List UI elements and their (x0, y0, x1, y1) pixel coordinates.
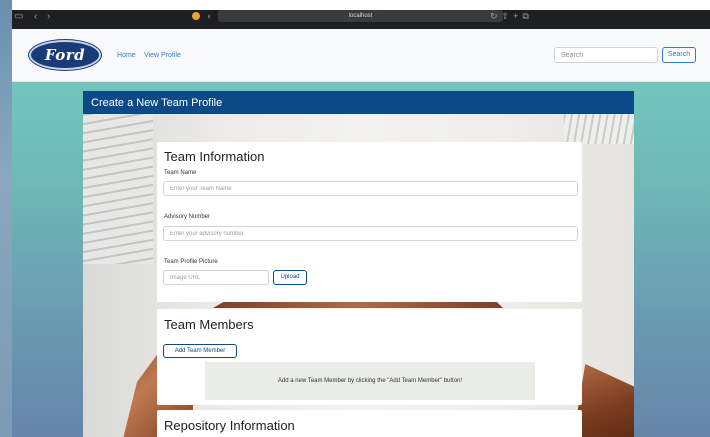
building-image-left (83, 114, 153, 264)
browser-toolbar: ▭ ‹ › ◐ localhost ↻⇧+⧉ (12, 10, 710, 29)
sidebar-icon[interactable]: ▭ (14, 12, 23, 22)
desktop-background (0, 0, 12, 437)
tabs-overview-icon[interactable]: ⧉ (522, 11, 532, 21)
copper-building-right (573, 364, 634, 437)
upload-button[interactable]: Upload (273, 270, 307, 285)
browser-actions: ↻⇧+⧉ (490, 11, 533, 21)
team-information-heading: Team Information (164, 149, 265, 164)
team-name-input[interactable] (163, 181, 578, 196)
shield-icon: ◐ (207, 11, 213, 21)
app-navbar: Ford Home View Profile Search (12, 29, 710, 82)
search-input[interactable] (554, 47, 658, 63)
team-members-heading: Team Members (164, 317, 254, 332)
browser-window: ▭ ‹ › ◐ localhost ↻⇧+⧉ Ford Home View Pr… (12, 10, 710, 437)
ford-logo[interactable]: Ford (29, 40, 101, 70)
add-team-member-button[interactable]: Add Team Member (163, 344, 237, 358)
image-url-input[interactable] (163, 270, 269, 285)
back-icon[interactable]: ‹ (34, 12, 37, 22)
forward-icon[interactable]: › (47, 12, 50, 22)
page-title: Create a New Team Profile (91, 97, 223, 109)
nav-link-view-profile[interactable]: View Profile (144, 51, 181, 60)
site-favicon-icon (192, 12, 200, 20)
empty-members-panel: Add a new Team Member by clicking the "A… (205, 362, 535, 400)
team-members-section: Team Members Add Team Member Add a new T… (157, 309, 582, 405)
empty-members-message: Add a new Team Member by clicking the "A… (277, 378, 463, 384)
card-header: Create a New Team Profile (83, 91, 634, 114)
address-bar[interactable]: localhost (218, 10, 503, 22)
team-picture-label: Team Profile Picture (164, 259, 218, 265)
building-image-right (564, 114, 634, 144)
card-body: Team Information Team Name Advisory Numb… (83, 114, 634, 437)
team-information-section: Team Information Team Name Advisory Numb… (157, 142, 582, 302)
url-text: localhost (348, 13, 373, 19)
new-tab-icon[interactable]: + (513, 11, 522, 21)
nav-link-home[interactable]: Home (117, 51, 136, 60)
advisory-number-label: Advisory Number (164, 214, 211, 220)
search-button[interactable]: Search (662, 47, 696, 63)
advisory-number-input[interactable] (163, 226, 578, 241)
reload-icon[interactable]: ↻ (490, 11, 502, 21)
logo-text: Ford (44, 46, 86, 64)
team-name-label: Team Name (164, 170, 197, 176)
screenshot: ▭ ‹ › ◐ localhost ↻⇧+⧉ Ford Home View Pr… (0, 0, 710, 437)
repository-information-heading: Repository Information (164, 418, 295, 433)
share-icon[interactable]: ⇧ (502, 11, 514, 21)
repository-information-section: Repository Information (157, 410, 582, 437)
